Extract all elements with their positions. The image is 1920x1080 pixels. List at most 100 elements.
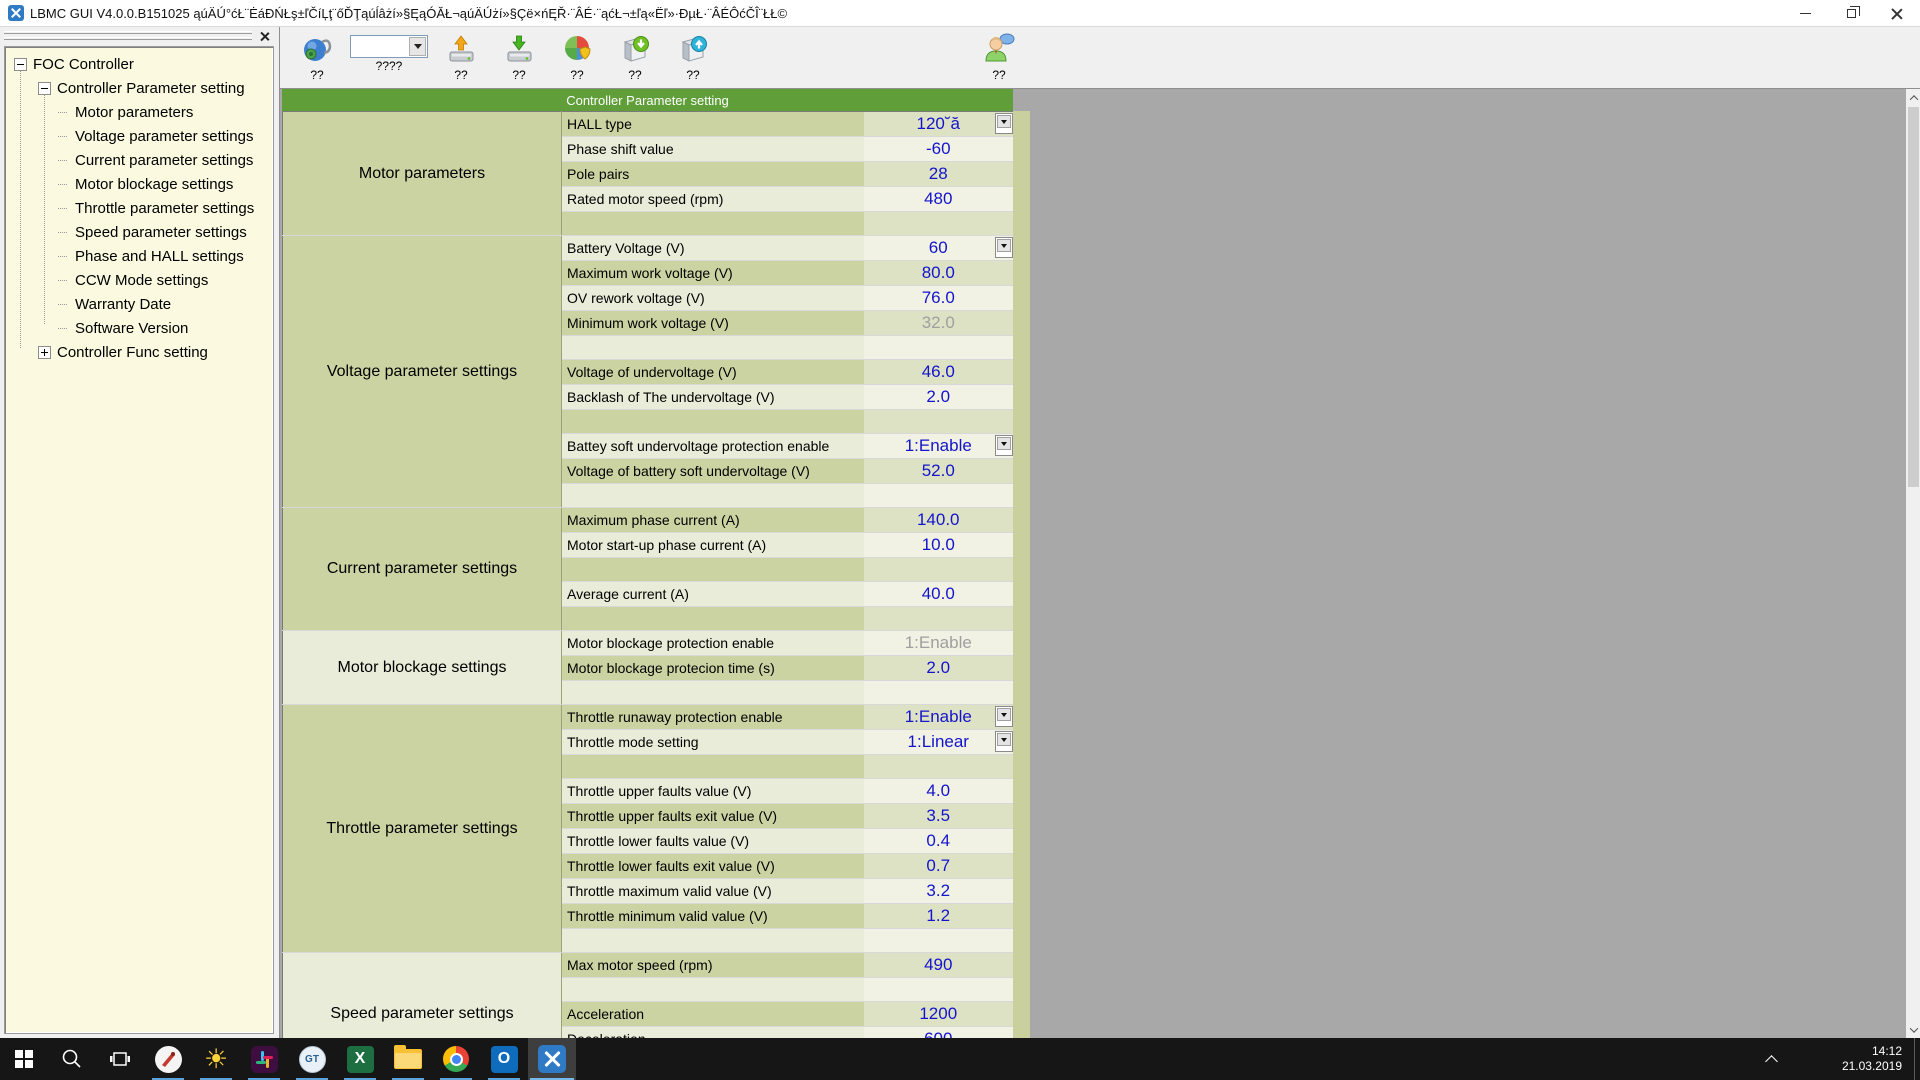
toolbar-user-button[interactable]: ?? bbox=[970, 29, 1028, 81]
param-value-cell[interactable]: 1.2 bbox=[864, 904, 1014, 929]
param-value-cell[interactable]: 80.0 bbox=[864, 261, 1014, 286]
scroll-down-button[interactable] bbox=[1906, 1021, 1920, 1038]
taskbar-app-excel[interactable]: X bbox=[336, 1038, 384, 1080]
value-dropdown-button[interactable] bbox=[995, 731, 1013, 752]
param-value[interactable]: 10.0 bbox=[922, 535, 955, 554]
param-value-cell[interactable]: 40.0 bbox=[864, 582, 1014, 607]
param-value-cell[interactable]: 46.0 bbox=[864, 360, 1014, 385]
param-value-cell[interactable]: 3.5 bbox=[864, 804, 1014, 829]
param-value[interactable]: 46.0 bbox=[922, 362, 955, 381]
param-value-cell[interactable]: 2.0 bbox=[864, 656, 1014, 681]
param-value[interactable]: 2.0 bbox=[926, 387, 950, 406]
taskbar-app-outlook[interactable]: O bbox=[480, 1038, 528, 1080]
param-value[interactable]: 4.0 bbox=[926, 781, 950, 800]
param-value-cell[interactable]: 490 bbox=[864, 953, 1014, 978]
param-value-cell[interactable]: 1:Enable bbox=[864, 631, 1014, 656]
param-value[interactable]: 140.0 bbox=[917, 510, 960, 529]
tree-item-foc-controller[interactable]: FOC Controller bbox=[5, 52, 273, 76]
param-value-cell[interactable]: 52.0 bbox=[864, 459, 1014, 484]
toolbar-export-button[interactable]: ?? bbox=[664, 29, 722, 81]
tree-item-warranty-date[interactable]: Warranty Date bbox=[5, 292, 273, 316]
show-desktop-button[interactable] bbox=[1914, 1038, 1920, 1080]
param-value-cell[interactable]: 3.2 bbox=[864, 879, 1014, 904]
param-value-cell[interactable]: 140.0 bbox=[864, 508, 1014, 533]
param-value-cell[interactable]: 0.7 bbox=[864, 854, 1014, 879]
param-value[interactable]: 1:Enable bbox=[905, 707, 972, 726]
tree-item-software-version[interactable]: Software Version bbox=[5, 316, 273, 340]
param-value-cell[interactable]: 480 bbox=[864, 187, 1014, 212]
tree-item-motor-blockage-settings[interactable]: Motor blockage settings bbox=[5, 172, 273, 196]
task-view-button[interactable] bbox=[96, 1038, 144, 1080]
param-value[interactable]: 3.2 bbox=[926, 881, 950, 900]
param-value-cell[interactable]: 10.0 bbox=[864, 533, 1014, 558]
param-value[interactable]: 3.5 bbox=[926, 806, 950, 825]
tree-item-controller-func-setting[interactable]: Controller Func setting bbox=[5, 340, 273, 364]
taskbar-clock[interactable]: 14:12 21.03.2019 bbox=[1842, 1044, 1902, 1074]
toolbar-verify-button[interactable]: ?? bbox=[548, 29, 606, 81]
param-value-cell[interactable]: 2.0 bbox=[864, 385, 1014, 410]
tree-item-voltage-parameter-settings[interactable]: Voltage parameter settings bbox=[5, 124, 273, 148]
tree-item-throttle-parameter-settings[interactable]: Throttle parameter settings bbox=[5, 196, 273, 220]
param-value-cell[interactable]: 120˘ă bbox=[864, 112, 1014, 137]
hidden-icons-chevron[interactable] bbox=[1765, 1055, 1778, 1068]
param-value-cell[interactable]: 1:Linear bbox=[864, 730, 1014, 755]
taskbar-app-sun[interactable]: ☀ bbox=[192, 1038, 240, 1080]
tree-item-speed-parameter-settings[interactable]: Speed parameter settings bbox=[5, 220, 273, 244]
param-value-cell[interactable]: 600 bbox=[864, 1027, 1014, 1039]
param-value[interactable]: 1200 bbox=[919, 1004, 957, 1023]
param-value-cell[interactable]: 1:Enable bbox=[864, 434, 1014, 459]
tree-item-controller-parameter-setting[interactable]: Controller Parameter setting bbox=[5, 76, 273, 100]
param-value[interactable]: 0.4 bbox=[926, 831, 950, 850]
param-value-cell[interactable]: 76.0 bbox=[864, 286, 1014, 311]
value-dropdown-button[interactable] bbox=[995, 706, 1013, 727]
taskbar-app-lbmc-active[interactable] bbox=[528, 1038, 576, 1080]
combobox-arrow-button[interactable] bbox=[409, 37, 426, 56]
param-value-cell[interactable]: 0.4 bbox=[864, 829, 1014, 854]
toolbar-connect-button[interactable]: ?? bbox=[288, 29, 346, 81]
param-value-cell[interactable]: 28 bbox=[864, 162, 1014, 187]
scroll-up-button[interactable] bbox=[1906, 89, 1920, 106]
port-combobox[interactable] bbox=[350, 35, 428, 58]
tree-item-phase-and-hall-settings[interactable]: Phase and HALL settings bbox=[5, 244, 273, 268]
taskbar-app-gt-red[interactable] bbox=[144, 1038, 192, 1080]
param-value[interactable]: 480 bbox=[924, 189, 952, 208]
param-value-cell[interactable]: 1200 bbox=[864, 1002, 1014, 1027]
taskbar-app-slack[interactable] bbox=[240, 1038, 288, 1080]
scrollbar-thumb[interactable] bbox=[1908, 107, 1919, 487]
search-button[interactable] bbox=[48, 1038, 96, 1080]
param-value[interactable]: 1:Linear bbox=[908, 732, 969, 751]
start-button[interactable] bbox=[0, 1038, 48, 1080]
panel-gripper[interactable] bbox=[4, 31, 252, 34]
param-value[interactable]: 60 bbox=[929, 238, 948, 257]
tree-item-current-parameter-settings[interactable]: Current parameter settings bbox=[5, 148, 273, 172]
taskbar-app-gt-blue[interactable]: GT bbox=[288, 1038, 336, 1080]
close-button[interactable] bbox=[1874, 0, 1920, 27]
param-value[interactable]: 1.2 bbox=[926, 906, 950, 925]
param-value[interactable]: 76.0 bbox=[922, 288, 955, 307]
expander-minus-icon[interactable] bbox=[14, 58, 27, 71]
vertical-scrollbar[interactable] bbox=[1906, 89, 1920, 1038]
param-value[interactable]: 32.0 bbox=[922, 313, 955, 332]
param-value[interactable]: 1:Enable bbox=[905, 436, 972, 455]
param-value-cell[interactable]: 32.0 bbox=[864, 311, 1014, 336]
param-value[interactable]: 0.7 bbox=[926, 856, 950, 875]
param-value-cell[interactable]: 1:Enable bbox=[864, 705, 1014, 730]
param-value[interactable]: 600 bbox=[924, 1029, 952, 1038]
value-dropdown-button[interactable] bbox=[995, 237, 1013, 258]
param-value-cell[interactable]: 4.0 bbox=[864, 779, 1014, 804]
minimize-button[interactable] bbox=[1782, 0, 1828, 27]
param-value[interactable]: 40.0 bbox=[922, 584, 955, 603]
panel-close-button[interactable] bbox=[258, 30, 271, 43]
restore-button[interactable] bbox=[1828, 0, 1874, 27]
taskbar-app-explorer[interactable] bbox=[384, 1038, 432, 1080]
param-value[interactable]: 2.0 bbox=[926, 658, 950, 677]
param-value[interactable]: 1:Enable bbox=[905, 633, 972, 652]
param-value-cell[interactable]: -60 bbox=[864, 137, 1014, 162]
param-value[interactable]: 28 bbox=[929, 164, 948, 183]
taskbar-app-chrome[interactable] bbox=[432, 1038, 480, 1080]
toolbar-upload-button[interactable]: ?? bbox=[432, 29, 490, 81]
expander-plus-icon[interactable] bbox=[38, 346, 51, 359]
toolbar-import-button[interactable]: ?? bbox=[606, 29, 664, 81]
param-value[interactable]: 52.0 bbox=[922, 461, 955, 480]
param-value-cell[interactable]: 60 bbox=[864, 236, 1014, 261]
